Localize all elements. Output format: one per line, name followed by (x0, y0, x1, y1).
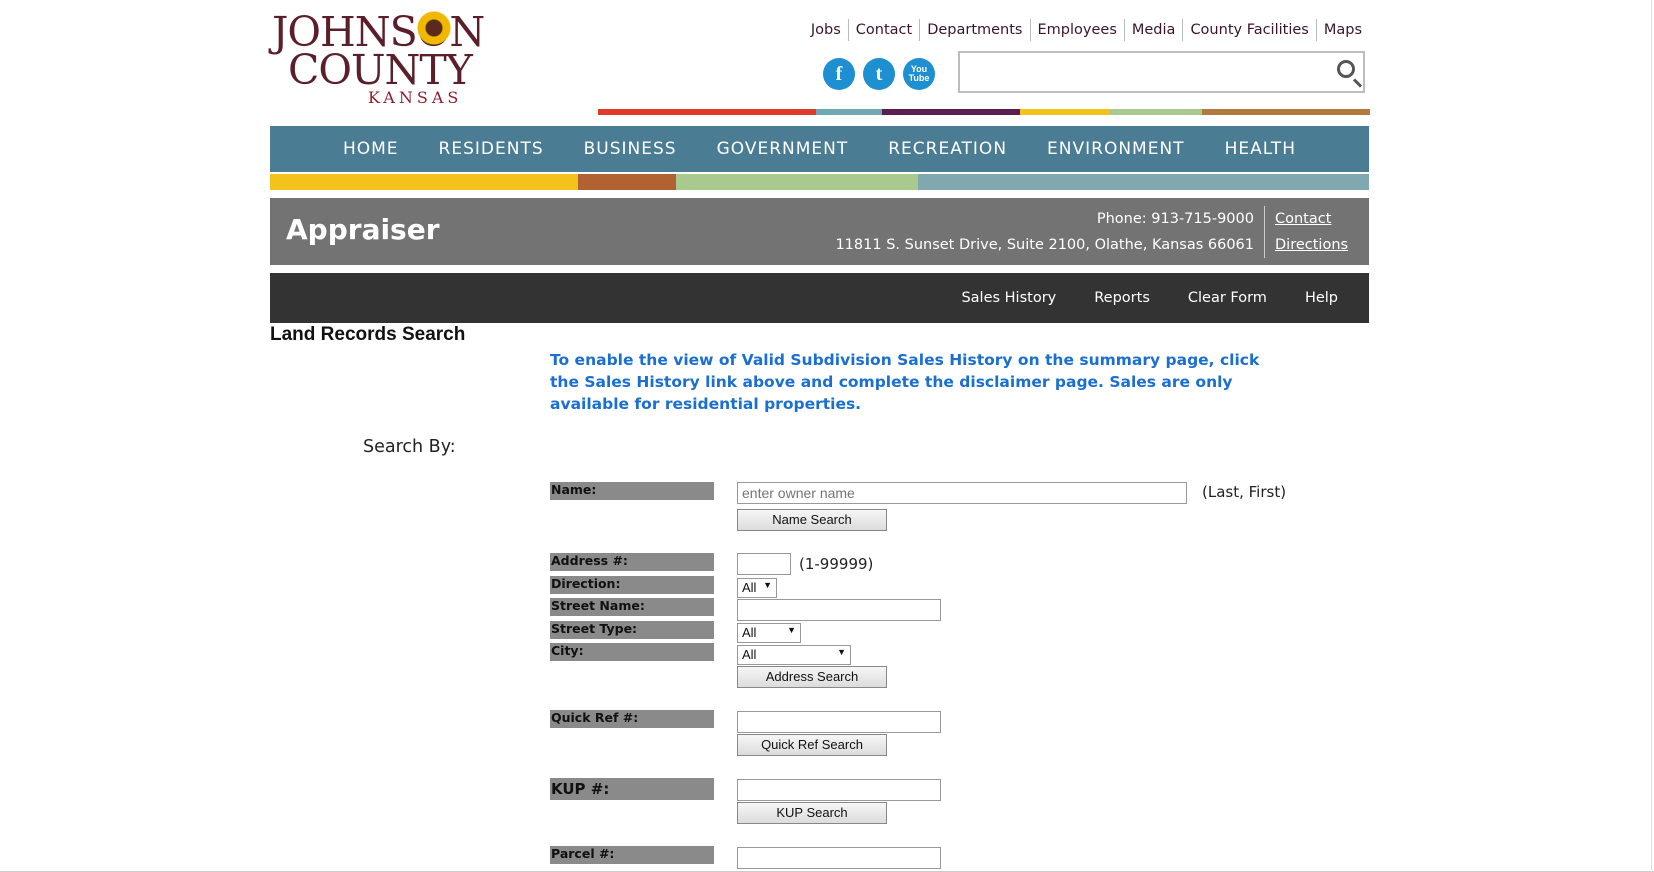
nav-recreation[interactable]: RECREATION (868, 126, 1027, 172)
toplink-employees[interactable]: Employees (1029, 19, 1124, 41)
department-directions-link[interactable]: Directions (1265, 232, 1348, 258)
parcel-label: Parcel #: (550, 846, 714, 864)
department-banner: Appraiser Phone: 913-715-9000 Contact 11… (270, 198, 1369, 265)
street-type-label: Street Type: (550, 621, 714, 639)
logo-line-3: KANSAS (368, 88, 463, 107)
search-icon[interactable] (1337, 60, 1355, 78)
color-stripe-top (598, 109, 1370, 115)
department-phone: Phone: 913-715-9000 (1097, 206, 1265, 232)
main-nav: HOME RESIDENTS BUSINESS GOVERNMENT RECRE… (270, 126, 1369, 172)
logo-line-2: COUNTY (288, 46, 473, 94)
social-links: f t You Tube (823, 58, 935, 90)
address-number-label: Address #: (550, 553, 714, 571)
toplink-media[interactable]: Media (1123, 19, 1183, 41)
subnav-help[interactable]: Help (1286, 290, 1357, 306)
appraiser-subnav: Sales History Reports Clear Form Help (270, 273, 1369, 323)
nav-residents[interactable]: RESIDENTS (419, 126, 564, 172)
color-stripe-nav (270, 174, 1369, 190)
department-info: Phone: 913-715-9000 Contact 11811 S. Sun… (835, 206, 1348, 258)
subnav-clear-form[interactable]: Clear Form (1169, 290, 1286, 306)
direction-select[interactable]: All ▼ (737, 578, 777, 598)
parcel-input[interactable] (737, 847, 941, 869)
street-type-selected: All (742, 625, 757, 640)
sales-history-notice: To enable the view of Valid Subdivision … (550, 351, 1260, 413)
street-name-label: Street Name: (550, 598, 714, 616)
direction-selected: All (742, 580, 757, 595)
nav-home[interactable]: HOME (323, 126, 419, 172)
page-title: Land Records Search (270, 324, 466, 345)
dropdown-arrow-icon: ▼ (763, 580, 772, 590)
department-contact-link[interactable]: Contact (1265, 206, 1345, 232)
nav-business[interactable]: BUSINESS (564, 126, 697, 172)
street-type-select[interactable]: All ▼ (737, 623, 801, 643)
address-search-button[interactable]: Address Search (737, 666, 887, 688)
address-number-hint: (1-99999) (799, 555, 874, 573)
toplink-jobs[interactable]: Jobs (804, 19, 848, 41)
subnav-reports[interactable]: Reports (1075, 290, 1169, 306)
street-name-input[interactable] (737, 599, 941, 621)
kup-search-button[interactable]: KUP Search (737, 802, 887, 824)
quick-ref-label: Quick Ref #: (550, 710, 714, 728)
toplink-contact[interactable]: Contact (847, 19, 919, 41)
page-container: JOHNSON COUNTY KANSAS Jobs Contact Depar… (270, 0, 1370, 872)
name-label: Name: (550, 482, 714, 500)
toplink-departments[interactable]: Departments (919, 19, 1029, 41)
department-address: 11811 S. Sunset Drive, Suite 2100, Olath… (835, 232, 1265, 258)
dropdown-arrow-icon: ▼ (837, 647, 846, 657)
toplink-county-facilities[interactable]: County Facilities (1182, 19, 1315, 41)
youtube-icon[interactable]: You Tube (903, 58, 935, 90)
name-search-button[interactable]: Name Search (737, 509, 887, 531)
city-select[interactable]: All ▼ (737, 645, 851, 665)
site-search-input[interactable] (966, 53, 1320, 91)
sunflower-icon (416, 10, 452, 46)
utility-nav: Jobs Contact Departments Employees Media… (804, 18, 1369, 42)
twitter-icon[interactable]: t (863, 58, 895, 90)
kup-label: KUP #: (550, 778, 714, 800)
nav-environment[interactable]: ENVIRONMENT (1027, 126, 1205, 172)
kup-input[interactable] (737, 779, 941, 801)
johnson-county-logo[interactable]: JOHNSON COUNTY KANSAS (270, 8, 500, 108)
subnav-sales-history[interactable]: Sales History (942, 290, 1075, 306)
quick-ref-input[interactable] (737, 711, 941, 733)
site-search-box (958, 51, 1365, 93)
department-title: Appraiser (286, 213, 440, 246)
direction-label: Direction: (550, 576, 714, 594)
search-by-label: Search By: (363, 437, 456, 457)
nav-health[interactable]: HEALTH (1205, 126, 1316, 172)
dropdown-arrow-icon: ▼ (787, 625, 796, 635)
city-selected: All (742, 647, 757, 662)
name-format-hint: (Last, First) (1202, 483, 1287, 501)
nav-government[interactable]: GOVERNMENT (697, 126, 869, 172)
owner-name-input[interactable] (737, 482, 1187, 504)
window-right-border (1651, 0, 1652, 872)
toplink-maps[interactable]: Maps (1315, 19, 1369, 41)
address-number-input[interactable] (737, 553, 791, 575)
quick-ref-search-button[interactable]: Quick Ref Search (737, 734, 887, 756)
city-label: City: (550, 643, 714, 661)
facebook-icon[interactable]: f (823, 58, 855, 90)
